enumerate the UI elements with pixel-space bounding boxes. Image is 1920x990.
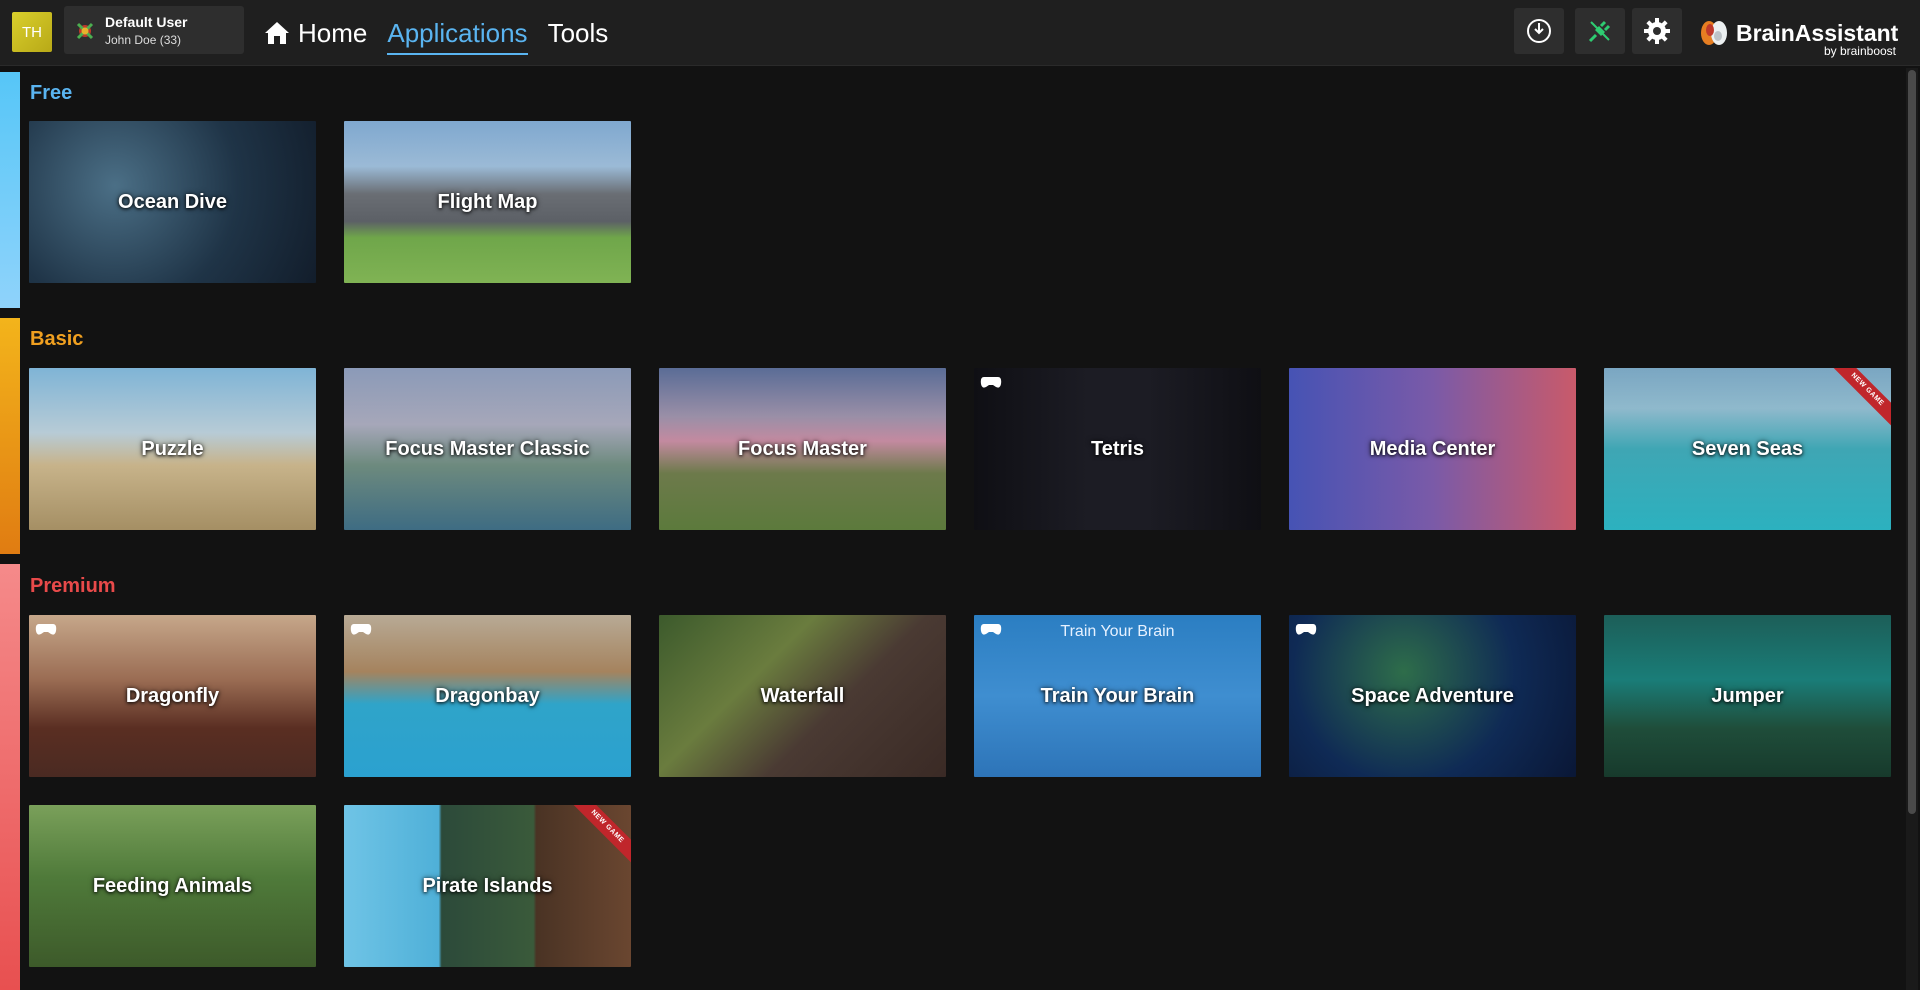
app-title: Focus Master Classic xyxy=(385,437,590,460)
gear-icon xyxy=(1644,18,1670,44)
app-title: Jumper xyxy=(1711,684,1784,707)
app-tile-train-your-brain[interactable]: Train Your Brain Train Your Brain xyxy=(974,615,1261,777)
home-icon xyxy=(265,22,289,44)
app-title: Seven Seas xyxy=(1691,437,1804,460)
app-title: Flight Map xyxy=(437,190,538,213)
top-bar: TH Default User John Doe (33) Home Appli… xyxy=(0,0,1920,66)
app-tile-space-adventure[interactable]: Space Adventure xyxy=(1289,615,1576,777)
brand-sub: by brainboost xyxy=(1823,44,1896,58)
power-icon xyxy=(1527,19,1551,43)
app-title: Puzzle xyxy=(141,437,204,460)
user-initials-badge[interactable]: TH xyxy=(12,12,52,52)
nav-applications[interactable]: Applications xyxy=(387,0,528,66)
app-title: Tetris xyxy=(1091,437,1144,460)
app-title: Train Your Brain xyxy=(1040,684,1195,707)
scrollbar-thumb[interactable] xyxy=(1908,70,1916,814)
app-title: Feeding Animals xyxy=(92,874,253,897)
app-tile-pirate-islands[interactable]: NEW GAME Pirate Islands xyxy=(344,805,631,967)
app-title: Waterfall xyxy=(760,684,845,707)
app-tile-waterfall[interactable]: Waterfall xyxy=(659,615,946,777)
app-title: Dragonbay xyxy=(435,684,540,707)
nav-home[interactable]: Home xyxy=(264,0,367,66)
section-bar-premium xyxy=(0,564,20,990)
app-tile-puzzle[interactable]: Puzzle xyxy=(29,368,316,530)
app-title: Focus Master xyxy=(738,437,867,460)
app-tile-dragonbay[interactable]: Dragonbay xyxy=(344,615,631,777)
app-tile-seven-seas[interactable]: NEW GAME Seven Seas xyxy=(1604,368,1891,530)
app-tile-dragonfly[interactable]: Dragonfly xyxy=(29,615,316,777)
app-tile-focus-master[interactable]: Focus Master xyxy=(659,368,946,530)
app-tile-jumper[interactable]: Jumper xyxy=(1604,615,1891,777)
user-profile: John Doe (33) xyxy=(105,33,182,47)
nav-tools-label: Tools xyxy=(547,17,609,48)
app-tile-focus-master-classic[interactable]: Focus Master Classic xyxy=(344,368,631,530)
section-title-basic: Basic xyxy=(30,328,84,350)
section-bar-free xyxy=(0,72,20,308)
brand-name: BrainAssistant xyxy=(1736,20,1899,46)
user-name: Default User xyxy=(105,14,188,30)
section-title-premium: Premium xyxy=(30,575,116,597)
nav-applications-label: Applications xyxy=(387,17,528,48)
user-avatar-icon xyxy=(76,22,94,40)
nav-home-label: Home xyxy=(298,17,368,48)
app-title: Pirate Islands xyxy=(422,874,553,897)
app-tile-feeding-animals[interactable]: Feeding Animals xyxy=(29,805,316,967)
brain-logo-icon xyxy=(1701,21,1727,45)
main-nav: Home Applications Tools xyxy=(264,0,628,66)
plug-icon xyxy=(1588,20,1611,43)
section-title-free: Free xyxy=(30,82,73,104)
app-tile-tetris[interactable]: Tetris xyxy=(974,368,1261,530)
app-tile-media-center[interactable]: Media Center xyxy=(1289,368,1576,530)
app-title: Dragonfly xyxy=(125,684,220,707)
app-title: Space Adventure xyxy=(1351,684,1514,707)
nav-tools[interactable]: Tools xyxy=(548,0,609,66)
power-button[interactable] xyxy=(1514,8,1564,54)
user-switcher[interactable]: Default User John Doe (33) xyxy=(64,6,244,54)
app-title: Ocean Dive xyxy=(118,190,227,213)
brand: BrainAssistant by brainboost xyxy=(1700,14,1900,58)
app-title: Media Center xyxy=(1369,437,1496,460)
connection-button[interactable] xyxy=(1575,8,1625,54)
app-tile-ocean-dive[interactable]: Ocean Dive xyxy=(29,121,316,283)
section-bar-basic xyxy=(0,318,20,554)
settings-button[interactable] xyxy=(1632,8,1682,54)
app-tile-flight-map[interactable]: Flight Map xyxy=(344,121,631,283)
